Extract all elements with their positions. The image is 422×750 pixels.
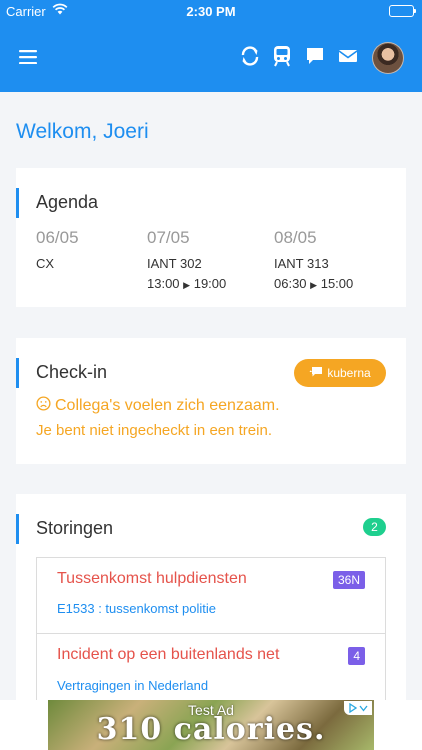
agenda-label: CX (36, 256, 55, 271)
agenda-label: IANT 302 (147, 256, 202, 271)
agenda-time: 13:00 ▶ 19:00 (147, 274, 226, 295)
adchoices-icon[interactable] (344, 701, 372, 715)
incident-title: Incident op een buitenlands net (57, 646, 280, 663)
arrow-right-icon: ▶ (183, 280, 191, 290)
incident-tag: 36N (332, 571, 365, 589)
storingen-list: Tussenkomst hulpdiensten 36N E1533 : tus… (36, 557, 386, 700)
agenda-date: 07/05 (147, 228, 190, 247)
chat-icon[interactable] (303, 44, 327, 68)
time-to: 19:00 (193, 276, 227, 291)
agenda-accent (16, 188, 19, 218)
ad-banner: Test Ad 310 calories. (0, 700, 422, 750)
agenda-day[interactable]: 08/05 IANT 313 06:30 ▶ 15:00 (274, 228, 353, 295)
kuberna-button[interactable]: kuberna (294, 359, 386, 387)
agenda-label: IANT 313 (274, 256, 329, 271)
status-bar: Carrier 2:30 PM (0, 0, 422, 22)
checkin-title: Check-in (36, 362, 108, 382)
incident-tag: 4 (348, 647, 365, 665)
train-icon[interactable] (270, 44, 294, 68)
clock: 2:30 PM (186, 4, 236, 19)
menu-icon[interactable] (16, 45, 40, 69)
chat-bubble-icon (309, 366, 324, 381)
ad-creative[interactable]: Test Ad 310 calories. (48, 700, 374, 750)
agenda-day[interactable]: 07/05 IANT 302 13:00 ▶ 19:00 (147, 228, 226, 295)
incident-detail: E1533 : tussenkomst politie (57, 601, 216, 616)
arrow-right-icon: ▶ (310, 280, 318, 290)
list-item[interactable]: Tussenkomst hulpdiensten 36N E1533 : tus… (37, 558, 385, 634)
time-to: 15:00 (320, 276, 354, 291)
agenda-title: Agenda (36, 192, 99, 212)
storingen-count-badge: 2 (363, 518, 386, 536)
checkin-message: Collega's voelen zich eenzaam. (36, 396, 280, 416)
checkin-card: Check-in kuberna Collega's voelen zich e… (16, 338, 406, 464)
battery-icon (389, 5, 416, 17)
agenda-date: 06/05 (36, 228, 79, 247)
checkin-status: Je bent niet ingecheckt in een trein. (36, 422, 272, 439)
sad-face-icon (36, 396, 51, 416)
avatar[interactable] (372, 42, 404, 74)
list-item[interactable]: Incident op een buitenlands net 4 Vertra… (37, 634, 385, 700)
welcome-heading: Welkom, Joeri (16, 120, 149, 143)
mail-icon[interactable] (336, 44, 360, 68)
storingen-accent (16, 514, 19, 544)
storingen-title: Storingen (36, 518, 114, 538)
incident-title: Tussenkomst hulpdiensten (57, 570, 247, 587)
time-from: 13:00 (147, 276, 180, 291)
agenda-time: 06:30 ▶ 15:00 (274, 274, 353, 295)
refresh-icon[interactable] (238, 44, 262, 68)
agenda-day[interactable]: 06/05 CX (36, 228, 79, 274)
time-from: 06:30 (274, 276, 307, 291)
storingen-card: Storingen 2 Tussenkomst hulpdiensten 36N… (16, 494, 406, 700)
nav-bar (0, 22, 422, 92)
kuberna-label: kuberna (327, 366, 371, 380)
incident-detail: Vertragingen in Nederland (57, 678, 209, 693)
checkin-message-text: Collega's voelen zich eenzaam. (55, 397, 280, 414)
ad-headline: 310 calories. (96, 712, 326, 747)
agenda-date: 08/05 (274, 228, 317, 247)
agenda-card: Agenda 06/05 CX 07/05 IANT 302 13:00 ▶ 1… (16, 168, 406, 307)
checkin-accent (16, 358, 19, 388)
